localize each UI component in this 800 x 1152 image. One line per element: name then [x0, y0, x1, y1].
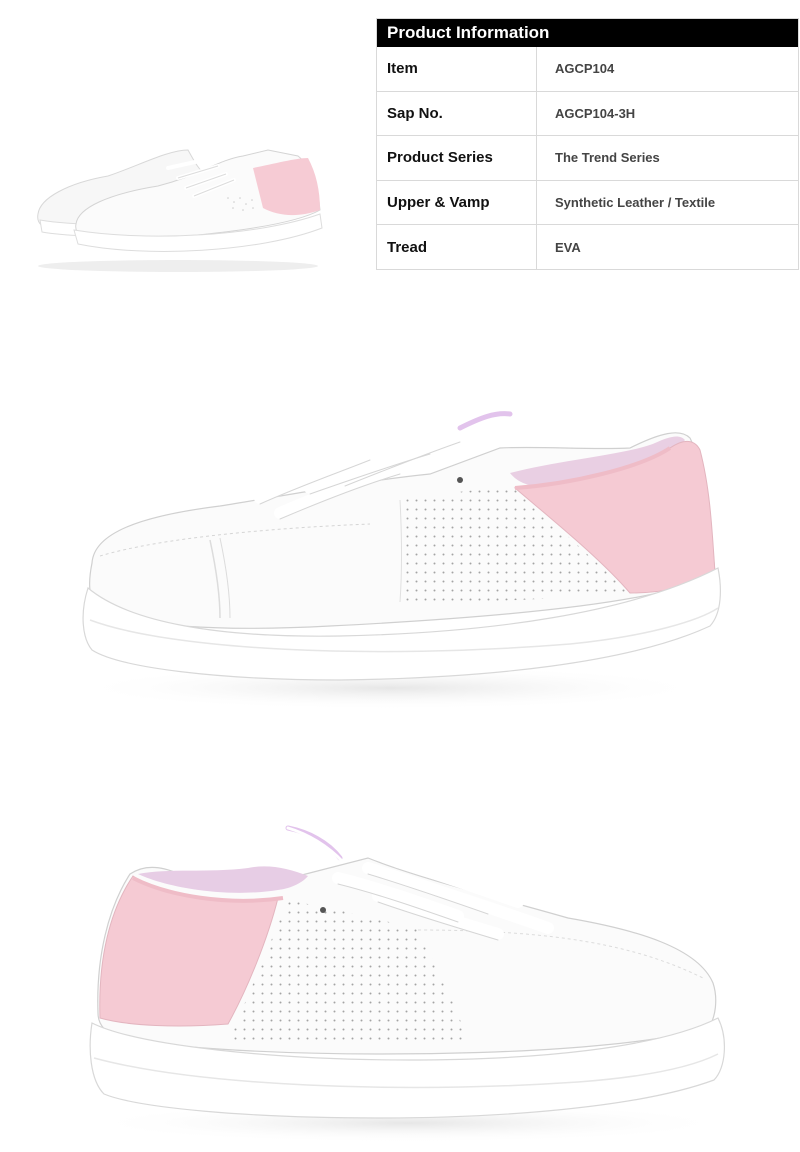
shoe-inner-side-view	[83, 825, 733, 1143]
table-row: Product Series The Trend Series	[377, 136, 798, 181]
row-value-tread: EVA	[555, 240, 581, 256]
row-label-upper-vamp: Upper & Vamp	[377, 180, 537, 225]
product-info-title: Product Information	[377, 19, 798, 47]
row-value-upper-vamp: Synthetic Leather / Textile	[555, 195, 716, 211]
shoe-pair-thumbnail	[37, 149, 323, 272]
row-label-product-series: Product Series	[377, 136, 537, 180]
row-value-product-series: The Trend Series	[555, 150, 660, 166]
row-value-item: AGCP104	[555, 61, 615, 77]
row-label-item: Item	[377, 47, 537, 91]
table-row: Upper & Vamp Synthetic Leather / Textile	[377, 180, 798, 226]
row-label-tread: Tread	[377, 225, 537, 270]
product-info-rows: Item AGCP104 Sap No. AGCP104-3H Product …	[377, 47, 798, 270]
table-row: Tread EVA	[377, 225, 798, 270]
product-info-table: Product Information Item AGCP104 Sap No.…	[376, 18, 799, 270]
table-row: Item AGCP104	[377, 47, 798, 92]
row-value-sap-no: AGCP104-3H	[555, 105, 636, 121]
shoe-outer-side-view	[70, 402, 721, 710]
table-row: Sap No. AGCP104-3H	[377, 91, 798, 137]
row-label-sap-no: Sap No.	[377, 91, 537, 136]
